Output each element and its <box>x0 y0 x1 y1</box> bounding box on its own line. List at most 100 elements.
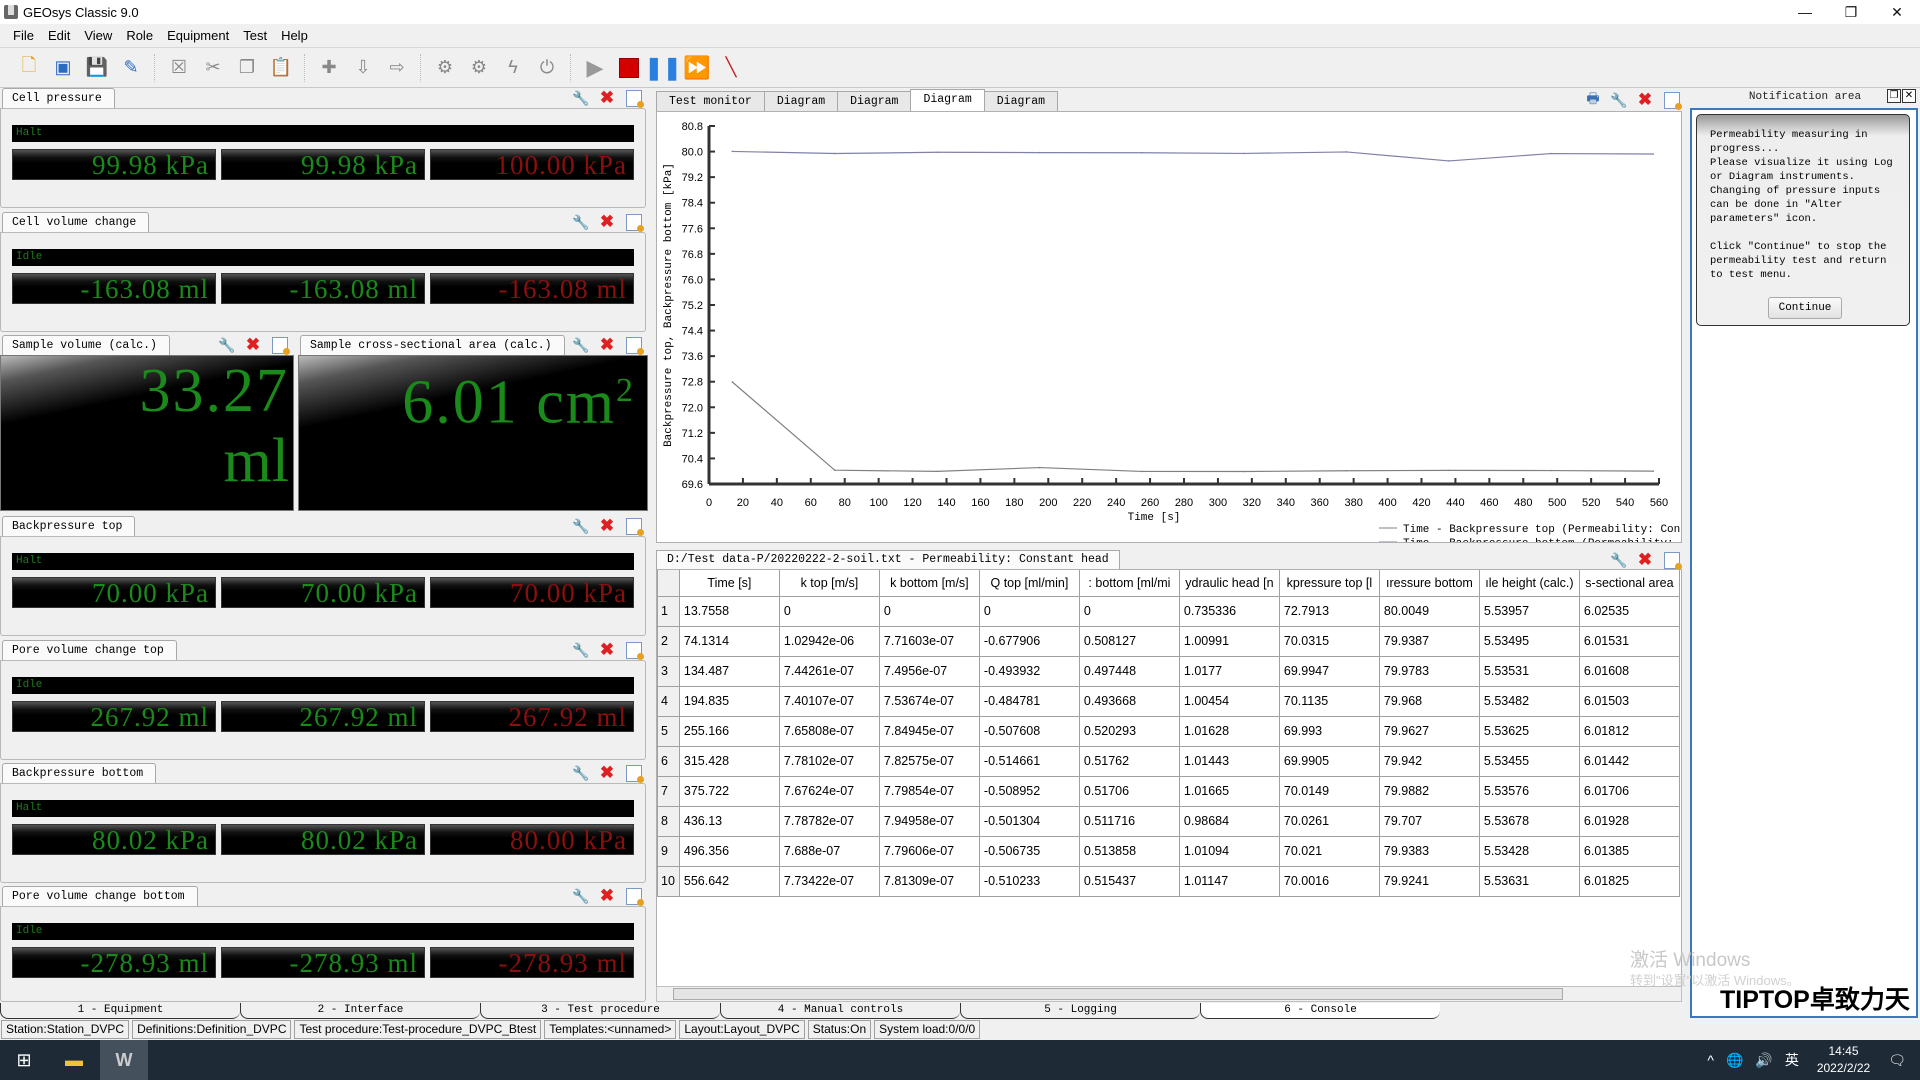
delete-icon[interactable]: ☒ <box>167 56 191 80</box>
table-corner[interactable] <box>657 570 680 597</box>
table-row[interactable]: 4 194.835 7.40107e-07 7.53674e-07 -0.484781 0… <box>657 685 1680 717</box>
table-row[interactable]: 1 13.7558 0 0 0 0 0.735336 72.7913 80.0049 5.5395… <box>657 595 1680 627</box>
config-icon[interactable] <box>626 89 644 108</box>
volume-icon[interactable]: 🔊 <box>1755 1052 1772 1069</box>
horizontal-scrollbar[interactable] <box>656 986 1682 1002</box>
table-cell[interactable]: 0.735336 <box>1178 595 1280 627</box>
edit-icon[interactable]: ✎ <box>119 56 143 80</box>
move-down-icon[interactable]: ⇩ <box>351 56 375 80</box>
table-cell[interactable]: 6.01531 <box>1578 625 1680 657</box>
tab-diagram-1[interactable]: Diagram <box>763 91 839 111</box>
row-header[interactable]: 3 <box>657 655 680 687</box>
table-row[interactable]: 8 436.13 7.78782e-07 7.94958e-07 -0.501304 0.… <box>657 805 1680 837</box>
table-cell[interactable]: 1.01628 <box>1178 715 1280 747</box>
table-cell[interactable]: 5.53428 <box>1478 835 1580 867</box>
table-cell[interactable]: 0 <box>1078 595 1180 627</box>
table-cell[interactable]: 6.01706 <box>1578 775 1680 807</box>
menu-test[interactable]: Test <box>236 28 274 43</box>
wrench-icon[interactable]: 🔧 <box>572 887 590 905</box>
tab-diagram-4[interactable]: Diagram <box>983 91 1059 111</box>
config-icon[interactable] <box>1664 91 1682 110</box>
table-cell[interactable]: 6.01928 <box>1578 805 1680 837</box>
wrench-icon[interactable]: 🔧 <box>218 336 236 354</box>
config-icon[interactable] <box>626 517 644 536</box>
table-file-tab[interactable]: D:/Test data-P/20220222-2-soil.txt - Per… <box>656 550 1120 569</box>
table-cell[interactable]: 70.0261 <box>1278 805 1380 837</box>
table-cell[interactable]: 80.0049 <box>1378 595 1480 627</box>
table-cell[interactable]: 7.67624e-07 <box>778 775 880 807</box>
table-cell[interactable]: 7.82575e-07 <box>878 745 980 777</box>
column-header[interactable]: kpressure top [l <box>1278 570 1380 597</box>
tab-diagram-3[interactable]: Diagram <box>910 89 985 111</box>
table-cell[interactable]: -0.501304 <box>978 805 1080 837</box>
table-cell[interactable]: 7.79606e-07 <box>878 835 980 867</box>
table-cell[interactable]: 70.021 <box>1278 835 1380 867</box>
table-cell[interactable]: -0.506735 <box>978 835 1080 867</box>
table-cell[interactable]: 0 <box>978 595 1080 627</box>
table-cell[interactable]: 0 <box>878 595 980 627</box>
table-cell[interactable]: 1.0177 <box>1178 655 1280 687</box>
table-cell[interactable]: 0.493668 <box>1078 685 1180 717</box>
wrench-icon[interactable]: 🔧 <box>572 517 590 535</box>
column-header[interactable]: ıle height (calc.) <box>1478 570 1580 597</box>
column-header[interactable]: ıressure bottom <box>1378 570 1480 597</box>
wrench-icon[interactable]: 🔧 <box>1610 551 1628 569</box>
table-cell[interactable]: 315.428 <box>678 745 780 777</box>
close-icon[interactable]: ✖ <box>598 763 616 782</box>
open-icon[interactable]: ▣ <box>51 56 75 80</box>
table-cell[interactable]: 69.993 <box>1278 715 1380 747</box>
table-cell[interactable]: 79.9387 <box>1378 625 1480 657</box>
column-header[interactable]: k bottom [m/s] <box>878 570 980 597</box>
table-cell[interactable]: 7.78102e-07 <box>778 745 880 777</box>
table-cell[interactable]: 69.9947 <box>1278 655 1380 687</box>
menu-role[interactable]: Role <box>119 28 160 43</box>
config-icon[interactable] <box>626 641 644 660</box>
scrollbar-thumb[interactable] <box>673 988 1563 1000</box>
table-cell[interactable]: 74.1314 <box>678 625 780 657</box>
table-cell[interactable]: 0.51762 <box>1078 745 1180 777</box>
menu-view[interactable]: View <box>77 28 119 43</box>
table-cell[interactable]: 0.508127 <box>1078 625 1180 657</box>
table-cell[interactable]: 0.497448 <box>1078 655 1180 687</box>
table-cell[interactable]: 7.94958e-07 <box>878 805 980 837</box>
close-icon[interactable]: ✖ <box>1636 550 1654 569</box>
row-header[interactable]: 1 <box>657 595 680 627</box>
table-cell[interactable]: 1.01094 <box>1178 835 1280 867</box>
row-header[interactable]: 7 <box>657 775 680 807</box>
table-row[interactable]: 2 74.1314 1.02942e-06 7.71603e-07 -0.677906 0… <box>657 625 1680 657</box>
close-icon[interactable]: ✖ <box>244 335 262 354</box>
wrench-icon[interactable]: 🔧 <box>572 213 590 231</box>
table-cell[interactable]: 556.642 <box>678 865 780 897</box>
table-cell[interactable]: -0.510233 <box>978 865 1080 897</box>
table-cell[interactable]: 1.02942e-06 <box>778 625 880 657</box>
table-cell[interactable]: 13.7558 <box>678 595 780 627</box>
row-header[interactable]: 2 <box>657 625 680 657</box>
table-cell[interactable]: 7.4956e-07 <box>878 655 980 687</box>
table-cell[interactable]: 70.0315 <box>1278 625 1380 657</box>
table-cell[interactable]: 7.44261e-07 <box>778 655 880 687</box>
table-cell[interactable]: 1.01665 <box>1178 775 1280 807</box>
network-icon[interactable]: 🌐 <box>1726 1052 1743 1069</box>
config-icon[interactable] <box>1664 551 1682 570</box>
table-cell[interactable]: 5.53631 <box>1478 865 1580 897</box>
table-cell[interactable]: 5.53625 <box>1478 715 1580 747</box>
table-cell[interactable]: 0.520293 <box>1078 715 1180 747</box>
row-header[interactable]: 9 <box>657 835 680 867</box>
table-row[interactable]: 5 255.166 7.65808e-07 7.84945e-07 -0.507608 0… <box>657 715 1680 747</box>
tab-test-monitor[interactable]: Test monitor <box>656 91 765 111</box>
table-cell[interactable]: -0.677906 <box>978 625 1080 657</box>
row-header[interactable]: 8 <box>657 805 680 837</box>
tab-equipment[interactable]: 1 - Equipment <box>0 1003 240 1019</box>
table-cell[interactable]: 5.53482 <box>1478 685 1580 717</box>
table-cell[interactable]: 436.13 <box>678 805 780 837</box>
table-cell[interactable]: 7.81309e-07 <box>878 865 980 897</box>
close-icon[interactable]: ✖ <box>598 516 616 535</box>
table-cell[interactable]: 5.53531 <box>1478 655 1580 687</box>
tab-console[interactable]: 6 - Console <box>1200 1003 1440 1019</box>
close-icon[interactable]: ✖ <box>598 640 616 659</box>
table-cell[interactable]: 79.9241 <box>1378 865 1480 897</box>
table-cell[interactable]: 6.02535 <box>1578 595 1680 627</box>
wrench-icon[interactable]: 🔧 <box>572 641 590 659</box>
column-header[interactable]: s-sectional area <box>1578 570 1680 597</box>
table-cell[interactable]: 194.835 <box>678 685 780 717</box>
